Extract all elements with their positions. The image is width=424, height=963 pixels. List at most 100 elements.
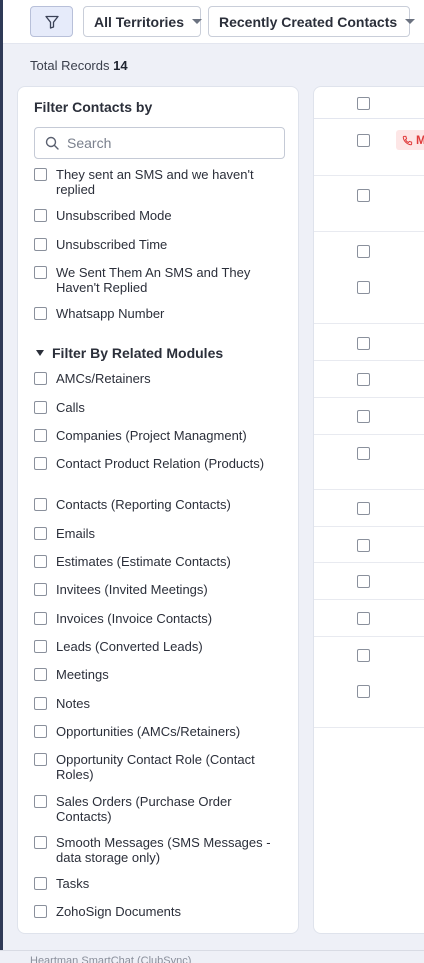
- filter-option-label: Smooth Messages (SMS Messages - data sto…: [56, 835, 271, 865]
- filter-option-label: Notes: [56, 696, 90, 711]
- related-filter-option[interactable]: Companies (Project Managment): [34, 428, 284, 443]
- filter-option-label: ZohoSign Documents: [56, 904, 182, 919]
- filter-option-label: Contacts (Reporting Contacts): [56, 497, 231, 512]
- related-modules-title: Filter By Related Modules: [52, 345, 224, 361]
- filter-checkbox[interactable]: [34, 307, 47, 320]
- filter-panel-title: Filter Contacts by: [34, 99, 153, 115]
- filter-checkbox[interactable]: [34, 668, 47, 681]
- related-filter-option[interactable]: Invitees (Invited Meetings): [34, 582, 284, 597]
- filter-checkbox[interactable]: [34, 209, 47, 222]
- row-checkbox[interactable]: [357, 649, 370, 662]
- filter-option-label: Calls: [56, 400, 85, 415]
- row-checkbox[interactable]: [357, 134, 370, 147]
- filter-checkbox[interactable]: [34, 905, 47, 918]
- related-filter-option[interactable]: Sales Orders (Purchase Order Contacts): [34, 794, 284, 824]
- row-divider: [314, 323, 424, 324]
- filter-checkbox[interactable]: [34, 457, 47, 470]
- row-divider: [314, 526, 424, 527]
- related-filter-option[interactable]: Contacts (Reporting Contacts): [34, 497, 284, 512]
- row-checkbox[interactable]: [357, 447, 370, 460]
- row-checkbox[interactable]: [357, 575, 370, 588]
- related-filter-option[interactable]: Tasks: [34, 876, 284, 891]
- row-divider: [314, 636, 424, 637]
- filter-checkbox[interactable]: [34, 555, 47, 568]
- related-filter-option[interactable]: Invoices (Invoice Contacts): [34, 611, 284, 626]
- row-checkbox[interactable]: [357, 685, 370, 698]
- filter-search-input[interactable]: [67, 135, 267, 151]
- row-checkbox[interactable]: [357, 189, 370, 202]
- filter-checkbox[interactable]: [34, 640, 47, 653]
- filter-option-label: Unsubscribed Mode: [56, 208, 172, 223]
- table-header: [314, 87, 424, 119]
- filter-checkbox[interactable]: [34, 583, 47, 596]
- filter-option-label: Opportunity Contact Role (Contact Roles): [56, 752, 255, 782]
- status-bar-text: Heartman SmartChat (ClubSync): [30, 955, 192, 963]
- related-filter-option[interactable]: Opportunity Contact Role (Contact Roles): [34, 752, 284, 782]
- row-checkbox[interactable]: [357, 245, 370, 258]
- related-filter-option[interactable]: Estimates (Estimate Contacts): [34, 554, 284, 569]
- territory-dropdown-label: All Territories: [94, 13, 184, 30]
- sidebar-edge: [0, 0, 3, 950]
- filter-checkbox[interactable]: [34, 697, 47, 710]
- related-filter-option[interactable]: Emails: [34, 526, 284, 541]
- filter-search-box[interactable]: [34, 127, 285, 159]
- select-all-checkbox[interactable]: [357, 97, 370, 110]
- filter-option-label: Sales Orders (Purchase Order Contacts): [56, 794, 232, 824]
- missed-call-badge[interactable]: M: [396, 130, 424, 150]
- row-checkbox[interactable]: [357, 281, 370, 294]
- filter-option[interactable]: They sent an SMS and we haven't replied: [34, 167, 284, 197]
- row-checkbox[interactable]: [357, 337, 370, 350]
- related-filter-option[interactable]: Contact Product Relation (Products): [34, 456, 284, 471]
- total-records-count: 14: [113, 58, 128, 73]
- filter-option-label: Unsubscribed Time: [56, 237, 168, 252]
- view-dropdown[interactable]: Recently Created Contacts: [208, 6, 416, 37]
- filter-checkbox[interactable]: [34, 527, 47, 540]
- row-checkbox[interactable]: [357, 410, 370, 423]
- related-filter-option[interactable]: Calls: [34, 400, 284, 415]
- related-modules-section-toggle[interactable]: Filter By Related Modules: [34, 345, 223, 361]
- filter-checkbox[interactable]: [34, 266, 47, 279]
- total-records-label: Total Records: [30, 58, 110, 73]
- row-checkbox[interactable]: [357, 539, 370, 552]
- filter-checkbox[interactable]: [34, 168, 47, 181]
- territory-dropdown[interactable]: All Territories: [83, 6, 202, 37]
- related-filter-option[interactable]: Opportunities (AMCs/Retainers): [34, 724, 284, 739]
- filter-checkbox[interactable]: [34, 238, 47, 251]
- filter-checkbox[interactable]: [34, 372, 47, 385]
- row-checkbox[interactable]: [357, 612, 370, 625]
- filter-option-label: Estimates (Estimate Contacts): [56, 554, 231, 569]
- chevron-down-icon: [405, 19, 416, 24]
- filter-checkbox[interactable]: [34, 401, 47, 414]
- filter-option-label: Whatsapp Number: [56, 306, 165, 321]
- related-filter-option[interactable]: Leads (Converted Leads): [34, 639, 284, 654]
- related-filter-option[interactable]: AMCs/Retainers: [34, 371, 284, 386]
- row-checkbox[interactable]: [357, 502, 370, 515]
- related-filter-option[interactable]: ZohoSign Documents: [34, 904, 284, 919]
- filter-option[interactable]: Unsubscribed Mode: [34, 208, 284, 223]
- view-dropdown-label: Recently Created Contacts: [219, 13, 398, 30]
- related-filter-option[interactable]: Notes: [34, 696, 284, 711]
- filter-checkbox[interactable]: [34, 877, 47, 890]
- related-filter-option[interactable]: Smooth Messages (SMS Messages - data sto…: [34, 835, 284, 865]
- chevron-down-icon: [192, 19, 202, 24]
- filter-toggle-button[interactable]: [30, 6, 73, 37]
- filter-checkbox[interactable]: [34, 612, 47, 625]
- filter-option[interactable]: We Sent Them An SMS and They Haven't Rep…: [34, 265, 284, 295]
- filter-checkbox[interactable]: [34, 725, 47, 738]
- filter-option-label: Opportunities (AMCs/Retainers): [56, 724, 241, 739]
- row-divider: [314, 360, 424, 361]
- filter-option[interactable]: Unsubscribed Time: [34, 237, 284, 252]
- filter-panel: Filter Contacts by They sent an SMS and …: [17, 86, 299, 934]
- filter-checkbox[interactable]: [34, 498, 47, 511]
- total-records: Total Records 14: [30, 58, 128, 73]
- records-table: M: [313, 86, 424, 934]
- filter-checkbox[interactable]: [34, 836, 47, 849]
- filter-option[interactable]: Whatsapp Number: [34, 306, 284, 321]
- funnel-icon: [44, 15, 59, 29]
- row-checkbox[interactable]: [357, 373, 370, 386]
- filter-checkbox[interactable]: [34, 429, 47, 442]
- filter-checkbox[interactable]: [34, 753, 47, 766]
- related-filter-option[interactable]: Meetings: [34, 667, 284, 682]
- row-divider: [314, 397, 424, 398]
- filter-checkbox[interactable]: [34, 795, 47, 808]
